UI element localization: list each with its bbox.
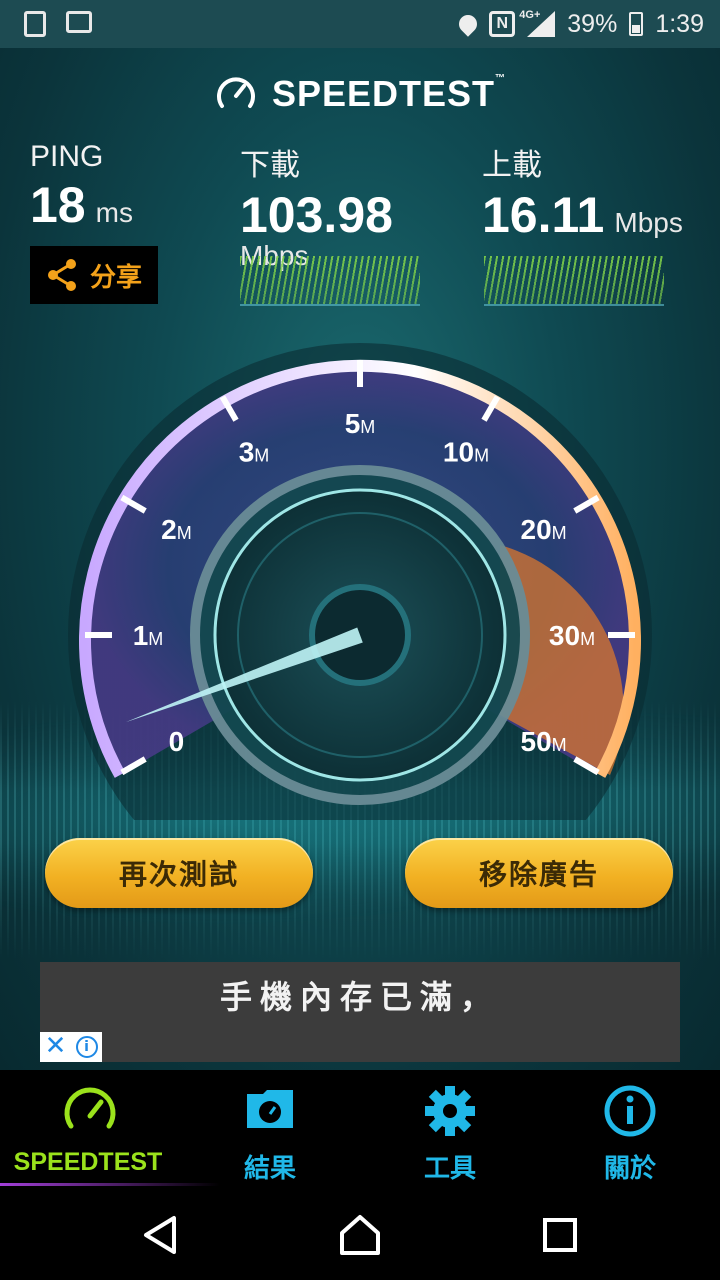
info-icon	[604, 1085, 656, 1137]
share-label: 分享	[89, 262, 142, 293]
logo-text: SPEEDTEST	[271, 73, 496, 114]
battery-icon	[629, 12, 644, 36]
tab-about-label: 關於	[603, 1154, 656, 1184]
upload-stat: 上載 16.11 Mbps	[482, 140, 683, 244]
battery-percent: 39%	[567, 9, 618, 38]
tab-tools[interactable]: 工具	[360, 1070, 540, 1190]
upload-graph	[484, 256, 664, 306]
speedtest-logo: SPEEDTEST™	[0, 72, 720, 116]
back-icon[interactable]	[138, 1212, 184, 1258]
network-type: 4G+	[519, 9, 541, 21]
ad-text: 手機內存已滿，	[219, 978, 500, 1016]
remove-ads-button[interactable]: 移除廣告	[405, 838, 673, 908]
ping-unit: ms	[95, 197, 133, 228]
retest-button[interactable]: 再次測試	[45, 838, 313, 908]
tab-results-label: 結果	[243, 1154, 296, 1184]
gear-icon	[425, 1086, 475, 1136]
bottom-tab-bar: SPEEDTEST 結果 工具 關於	[0, 1070, 720, 1190]
home-icon[interactable]	[337, 1212, 383, 1258]
ping-label: PING	[30, 140, 104, 173]
ping-value: 18	[30, 177, 86, 233]
image-notification-icon	[66, 11, 92, 33]
status-bar: N 4G+ 39% 1:39	[0, 0, 720, 48]
download-label: 下載	[240, 149, 300, 182]
location-icon	[455, 11, 482, 37]
ad-close-icon[interactable]: ✕	[40, 1032, 71, 1062]
upload-unit: Mbps	[614, 207, 683, 238]
upload-label: 上載	[482, 149, 542, 182]
speedometer-logo-icon	[216, 77, 255, 108]
ad-banner[interactable]: 手機內存已滿， ✕ i	[40, 962, 680, 1062]
speed-gauge: 01M2M3M5M10M20M30M50M	[68, 343, 652, 820]
sim-notification-icon	[24, 11, 46, 37]
signal-icon: 4G+	[519, 9, 556, 37]
speedometer-icon	[64, 1087, 116, 1129]
trademark: ™	[495, 73, 507, 84]
tab-speedtest-label: SPEEDTEST	[13, 1148, 163, 1176]
results-folder-icon	[247, 1090, 293, 1128]
clock: 1:39	[655, 9, 704, 38]
gauge-tick-label: 0	[169, 726, 185, 757]
share-icon	[47, 259, 76, 291]
ad-choices-badge[interactable]: ✕ i	[40, 1032, 102, 1062]
tab-results[interactable]: 結果	[180, 1070, 360, 1190]
download-value: 103.98	[240, 187, 393, 243]
download-stat: 下載 103.98 Mbps	[240, 140, 393, 272]
download-graph	[240, 256, 420, 306]
upload-value: 16.11	[482, 187, 605, 243]
ping-stat: PING 18 ms	[30, 140, 133, 234]
share-button[interactable]: 分享	[30, 246, 158, 304]
system-nav-bar	[0, 1190, 720, 1280]
tab-tools-label: 工具	[423, 1154, 476, 1184]
nfc-icon: N	[489, 11, 516, 37]
recents-icon[interactable]	[540, 1212, 580, 1258]
tab-speedtest[interactable]: SPEEDTEST	[0, 1070, 220, 1190]
ad-info-icon[interactable]: i	[75, 1036, 98, 1058]
tab-about[interactable]: 關於	[540, 1070, 720, 1190]
